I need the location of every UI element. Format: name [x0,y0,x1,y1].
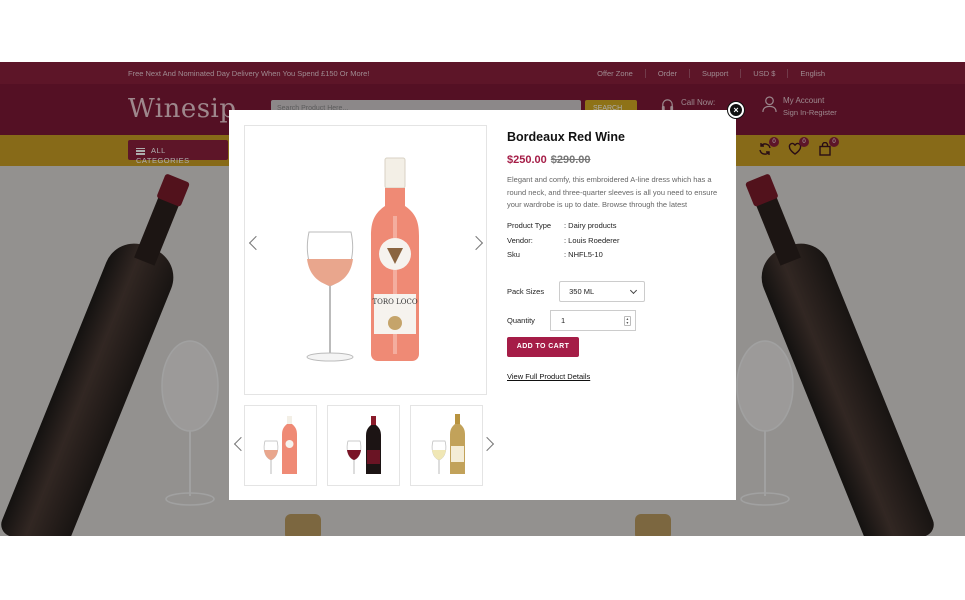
thumbnail-red-wine[interactable] [327,405,400,486]
thumbnail-carousel [233,405,495,487]
thumbnail-white-wine[interactable] [410,405,483,486]
pack-size-row: Pack Sizes 350 ML [507,280,722,302]
pack-size-value: 350 ML [569,286,595,296]
quantity-stepper[interactable]: ▴ ▾ [623,315,631,326]
price-block: $250.00 $290.00 [507,154,722,166]
sale-price: $250.00 [507,154,547,166]
view-full-details-link[interactable]: View Full Product Details [507,372,590,381]
quick-view-modal: TORO LOCO Bordeaux Red Wine $250.00 $290.… [229,110,736,500]
meta-row-product-type: Product Type : Dairy products [507,221,722,236]
product-info: Bordeaux Red Wine $250.00 $290.00 Elegant… [507,130,722,384]
bottle-label: TORO LOCO [372,298,417,306]
product-meta: Product Type : Dairy products Vendor: : Lo… [507,221,722,265]
quantity-label: Quantity [507,315,535,325]
close-modal-button[interactable]: × [728,102,744,118]
meta-value: : NHFL5-10 [564,250,603,259]
quantity-row: Quantity 1 ▴ ▾ [507,309,722,331]
rose-wine-photo: TORO LOCO [306,157,419,362]
meta-row-sku: Sku : NHFL5-10 [507,250,722,265]
close-icon: × [733,105,739,115]
meta-row-vendor: Vendor: : Louis Roederer [507,236,722,251]
meta-label: Vendor: [507,235,533,245]
thumbnail-rose-wine[interactable] [244,405,317,486]
meta-value: : Dairy products [564,221,617,230]
page: Free Next And Nominated Day Delivery Whe… [0,0,965,600]
product-description: Elegant and comfy, this embroidered A-li… [507,175,718,209]
quantity-input[interactable]: 1 ▴ ▾ [549,309,636,331]
pack-size-label: Pack Sizes [507,286,545,296]
meta-label: Product Type [507,221,552,230]
add-to-cart-button[interactable]: ADD TO CART [507,336,579,357]
pack-size-select[interactable]: 350 ML [559,280,646,302]
chevron-down-icon [630,286,638,294]
meta-value: : Louis Roederer [564,235,620,245]
meta-label: Sku [507,250,520,259]
quantity-value: 1 [560,315,566,325]
main-product-image: TORO LOCO [244,125,487,395]
original-price: $290.00 [550,154,591,166]
product-title: Bordeaux Red Wine [507,130,625,144]
